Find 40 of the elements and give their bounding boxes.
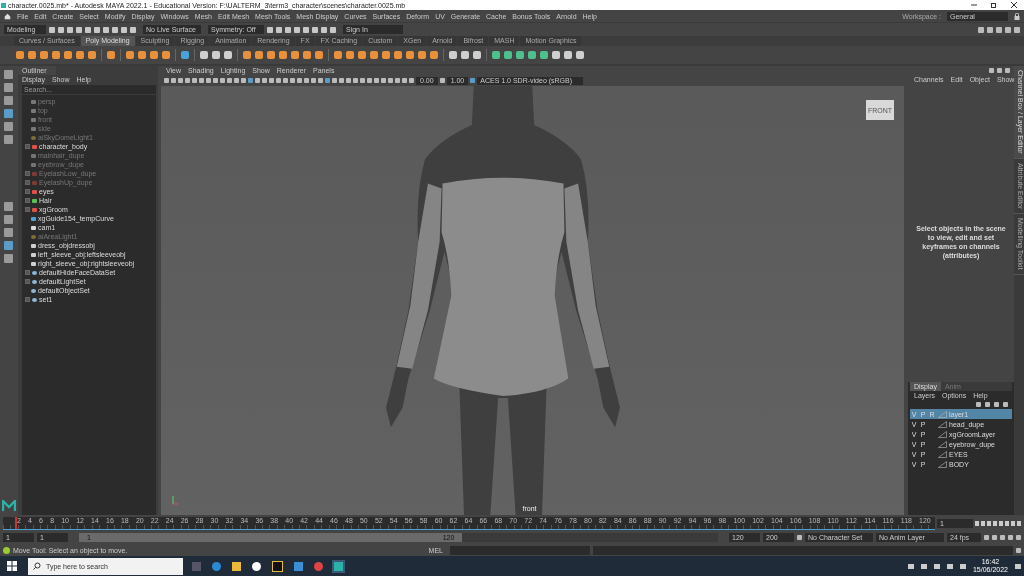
shelf-tool-icon[interactable]: [181, 51, 189, 59]
layer-swatch-icon: [938, 410, 947, 418]
expand-box[interactable]: [25, 207, 30, 212]
layer-swatch-icon: [938, 430, 947, 438]
minimize-icon[interactable]: [970, 2, 978, 8]
maya-logo-icon: [1, 500, 16, 513]
app-icon: [1, 2, 6, 8]
expand-box[interactable]: [25, 144, 30, 149]
camera-icon: [31, 225, 36, 230]
layer-swatch-icon: [938, 440, 947, 448]
search-icon: [33, 562, 41, 570]
app-circle-icon[interactable]: [252, 561, 261, 571]
layer-swatch-icon: [938, 420, 947, 428]
axis-icon: [171, 495, 179, 505]
expand-box[interactable]: [25, 198, 30, 203]
lock-icon[interactable]: [1014, 12, 1020, 20]
hair-icon: [32, 198, 37, 203]
curve-icon: [31, 216, 36, 221]
expand-box[interactable]: [25, 279, 30, 284]
light-icon: [31, 234, 36, 239]
mesh-icon: [32, 144, 37, 149]
expand-box[interactable]: [25, 297, 30, 302]
expand-box[interactable]: [25, 189, 30, 194]
close-icon[interactable]: [1010, 2, 1018, 8]
restore-icon[interactable]: [990, 2, 998, 8]
expand-box[interactable]: [25, 180, 30, 185]
script-editor-icon[interactable]: [1016, 547, 1021, 553]
layer-swatch-icon: [938, 450, 947, 458]
shelf-tool-icon[interactable]: [107, 51, 115, 59]
color-management-icon[interactable]: [470, 78, 476, 83]
light-icon: [31, 135, 36, 140]
expand-box[interactable]: [25, 171, 30, 176]
notification-icon[interactable]: [1015, 563, 1021, 569]
mesh-icon: [32, 207, 37, 212]
command-line-field[interactable]: [450, 545, 590, 555]
expand-box[interactable]: [25, 270, 30, 275]
windows-start-icon[interactable]: [7, 561, 17, 571]
help-icon: [3, 546, 10, 554]
layer-swatch-icon: [938, 460, 947, 468]
home-icon[interactable]: [4, 12, 11, 20]
